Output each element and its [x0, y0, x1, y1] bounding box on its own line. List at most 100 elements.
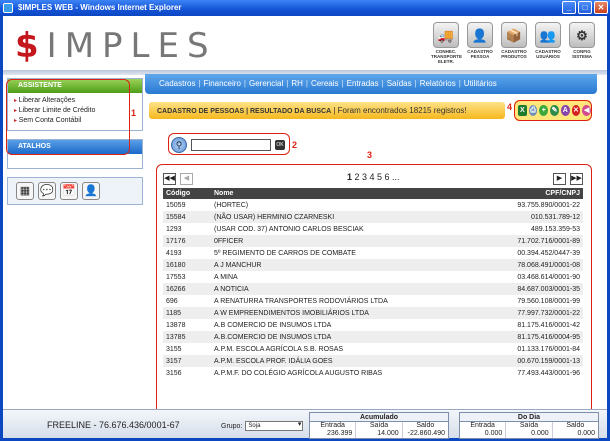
- cell-doc: 81.175.416/0004-95: [483, 331, 583, 343]
- table-row[interactable]: 16180 A J MANCHUR 78.068.491/0001-08: [163, 259, 583, 271]
- cell-code: 16180: [163, 259, 211, 271]
- toolbar-label: CADASTRO PRODUTOS: [501, 49, 527, 59]
- company-info: FREELINE - 76.676.436/0001-67: [47, 420, 180, 430]
- table-row[interactable]: 3156 A.P.M.F. DO COLÉGIO AGRÍCOLA AUGUSTO…: [163, 367, 583, 379]
- table-row[interactable]: 1293 (USAR COD. 37) ANTONIO CARLOS BESCIA…: [163, 223, 583, 235]
- menu-separator: |: [341, 79, 344, 88]
- cell-name: (HORTEC): [214, 201, 249, 209]
- table-row[interactable]: 17176 0FFICER 71.702.716/0001-89: [163, 235, 583, 247]
- menu-separator: |: [458, 79, 461, 88]
- dodia-entrada: 0.000: [460, 430, 507, 438]
- window-title: $IMPLES WEB - Windows Internet Explorer: [18, 3, 182, 12]
- toolbar-label: CONFIG SISTEMA: [571, 49, 592, 59]
- dodia-col-saida: Saída: [506, 422, 553, 430]
- cell-name: A J MANCHUR: [211, 259, 483, 271]
- chat-icon[interactable]: 💬: [38, 182, 56, 200]
- magnifier-icon[interactable]: ⚲: [171, 136, 187, 153]
- calculator-icon[interactable]: ▦: [16, 182, 34, 200]
- cell-name: 5º REGIMENTO DE CARROS DE COMBATE: [214, 249, 356, 257]
- status-footer: FREELINE - 76.676.436/0001-67 Grupo: Soj…: [3, 409, 607, 439]
- other-pages[interactable]: 2 3 4 5 6 ...: [355, 172, 400, 182]
- toolbar-button-3[interactable]: 👥 CADASTRO USUÁRIOS: [533, 22, 563, 64]
- dodia-title: Do Dia: [460, 413, 598, 422]
- cell-name: (USAR COD. 37) ANTONIO CARLOS BESCIAK: [214, 225, 364, 233]
- first-page-button[interactable]: ◀◀: [163, 173, 176, 185]
- user-icon: 👥: [535, 22, 561, 48]
- search-bar: ⚲ OK: [169, 135, 289, 154]
- cell-code: 17553: [166, 273, 186, 281]
- cell-code: 696: [166, 297, 178, 305]
- cell-doc: 489.153.359-53: [530, 225, 580, 233]
- menu-item[interactable]: Gerencial: [249, 79, 283, 88]
- current-page[interactable]: 1: [347, 172, 352, 182]
- acumulado-saldo: -22.860.490: [407, 430, 445, 437]
- table-row[interactable]: 3155 A.P.M. ESCOLA AGRÍCOLA S.B. ROSAS 01.…: [163, 343, 583, 355]
- cell-doc: 79.560.108/0001-99: [517, 297, 580, 305]
- user-icon[interactable]: 👤: [82, 182, 100, 200]
- col-name-header[interactable]: Nome: [211, 188, 483, 199]
- cell-name: A.P.M.F. DO COLÉGIO AGRÍCOLA AUGUSTO RIB…: [214, 369, 383, 377]
- last-page-button[interactable]: ▶▶: [570, 173, 583, 185]
- annotation-number-1: 1: [131, 108, 137, 118]
- calendar-icon[interactable]: 📅: [60, 182, 78, 200]
- cell-name: A.P.M. ESCOLA PROF. IDÁLIA GOES: [211, 355, 483, 367]
- cell-code: 1185: [163, 307, 211, 319]
- annotation-box-4: [514, 100, 592, 121]
- menu-item[interactable]: Cereais: [311, 79, 339, 88]
- grupo-label: Grupo:: [221, 422, 243, 430]
- maximize-button[interactable]: □: [578, 1, 592, 14]
- minimize-button[interactable]: _: [562, 1, 576, 14]
- toolbar-button-2[interactable]: 📦 CADASTRO PRODUTOS: [499, 22, 529, 64]
- col-code-header[interactable]: Código: [163, 188, 211, 199]
- toolbar-button-4[interactable]: ⚙ CONFIG SISTEMA: [567, 22, 597, 64]
- table-row[interactable]: 15584 (NÃO USAR) HERMINIO CZARNESKI 010.53…: [163, 211, 583, 223]
- menu-item[interactable]: Utilitários: [464, 79, 497, 88]
- cell-doc: 00.394.452/0447-39: [517, 249, 580, 257]
- gear-icon: ⚙: [569, 22, 595, 48]
- toolbar-label: CADASTRO USUÁRIOS: [535, 49, 561, 59]
- acumulado-col-entrada: Entrada: [310, 422, 357, 430]
- cell-code: 13878: [166, 321, 186, 329]
- toolbar-button-0[interactable]: 🚚 CONHEC. TRANSPORTE ELETR.: [431, 22, 462, 64]
- menu-item[interactable]: Saídas: [387, 79, 412, 88]
- shortcut-bar: ▦ 💬 📅 👤: [7, 177, 143, 205]
- table-row[interactable]: 16266 A NOTICIA 84.687.003/0001-35: [163, 283, 583, 295]
- dodia-totals: Do Dia Entrada Saída Saldo 0.000 0.000 0…: [459, 412, 599, 439]
- truck-icon: 🚚: [433, 22, 459, 48]
- cell-code: 1293: [166, 225, 182, 233]
- grupo-selector: Grupo: Soja: [221, 421, 304, 431]
- grupo-select[interactable]: Soja: [245, 421, 304, 431]
- close-button[interactable]: ✕: [594, 1, 608, 14]
- table-row[interactable]: 3157 A.P.M. ESCOLA PROF. IDÁLIA GOES 00.67…: [163, 355, 583, 367]
- table-row[interactable]: 13785 A.B.COMERCIO DE INSUMOS LTDA 81.175.…: [163, 331, 583, 343]
- search-ok-button[interactable]: OK: [275, 139, 285, 150]
- pager: ◀◀ ◀ 1 2 3 4 5 6 ... ▶ ▶▶: [163, 172, 583, 186]
- toolbar-button-1[interactable]: 👤 CADASTRO PESSOA: [465, 22, 495, 64]
- table-row[interactable]: 696 A RENATURRA TRANSPORTES RODOVIÁRIOS L…: [163, 295, 583, 307]
- next-page-button[interactable]: ▶: [553, 173, 566, 185]
- acumulado-col-saldo: Saldo: [416, 422, 435, 429]
- col-doc-header[interactable]: CPF/CNPJ: [483, 188, 583, 199]
- cell-doc: 71.702.716/0001-89: [483, 235, 583, 247]
- menu-item[interactable]: Financeiro: [204, 79, 241, 88]
- menu-separator: |: [286, 79, 289, 88]
- annotation-number-4: 4: [507, 102, 513, 112]
- cell-name: A RENATURRA TRANSPORTES RODOVIÁRIOS LTDA: [214, 297, 388, 305]
- menu-separator: |: [198, 79, 201, 88]
- menu-separator: |: [305, 79, 308, 88]
- menu-item[interactable]: Relatórios: [420, 79, 456, 88]
- cell-name: A MINA: [214, 273, 238, 281]
- menu-item[interactable]: RH: [291, 79, 303, 88]
- table-row[interactable]: 1185 A W EMPREENDIMENTOS IMOBILIÁRIOS LTD…: [163, 307, 583, 319]
- dodia-col-saldo: Saldo: [566, 422, 585, 429]
- table-row[interactable]: 17553 A MINA 03.468.614/0001-90: [163, 271, 583, 283]
- search-input[interactable]: [191, 138, 271, 151]
- table-row[interactable]: 13878 A.B COMERCIO DE INSUMOS LTDA 81.175.…: [163, 319, 583, 331]
- simples-logo: $IMPLES: [15, 26, 217, 66]
- annotation-number-3: 3: [367, 150, 373, 160]
- menu-item[interactable]: Cadastros: [159, 79, 195, 88]
- prev-page-button[interactable]: ◀: [180, 173, 193, 185]
- menu-item[interactable]: Entradas: [347, 79, 379, 88]
- table-row[interactable]: 4193 5º REGIMENTO DE CARROS DE COMBATE 00.…: [163, 247, 583, 259]
- table-row[interactable]: 15059 (HORTEC) 93.755.890/0001-22: [163, 199, 583, 211]
